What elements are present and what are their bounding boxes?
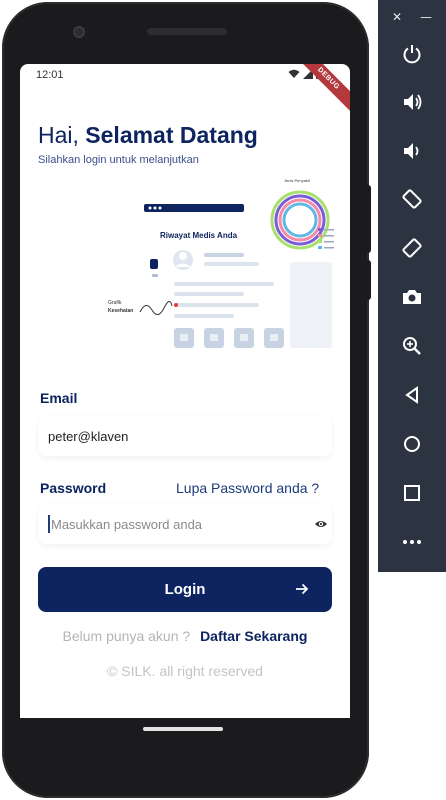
text-cursor	[48, 515, 50, 533]
login-button-label: Login	[164, 581, 206, 598]
eye-icon[interactable]	[314, 517, 328, 531]
email-label: Email	[40, 390, 78, 406]
arrow-right-icon	[296, 583, 309, 595]
earpiece-speaker	[147, 28, 227, 35]
app-screen: 12:01 DEBUG Hai, Selamat Datang Silahkan…	[20, 64, 350, 718]
password-label: Password	[40, 480, 107, 496]
volume-up-icon[interactable]	[398, 88, 426, 116]
illustration-chart-label: Jenis Penyakit	[284, 178, 311, 183]
greeting-title: Hai, Selamat Datang	[38, 122, 258, 149]
illustration-graph-label: Grafik	[108, 300, 122, 306]
volume-down-icon[interactable]	[398, 137, 426, 165]
login-button[interactable]: Login	[38, 567, 332, 612]
password-placeholder: Masukkan password anda	[51, 516, 203, 532]
footer-copyright: © SILK. all right reserved	[107, 663, 263, 679]
illustration-card-title: Riwayat Medis Anda	[160, 231, 238, 240]
close-icon[interactable]: ✕	[392, 10, 402, 24]
wifi-icon	[288, 69, 300, 78]
home-indicator[interactable]	[143, 727, 223, 731]
medical-history-illustration: Riwayat Medis Anda Grafik Kesehatan Jeni…	[108, 178, 334, 348]
status-bar: 12:01 DEBUG	[20, 64, 350, 114]
register-row: Belum punya akun ? Daftar Sekarang	[20, 628, 350, 644]
greeting-welcome: Selamat Datang	[85, 122, 258, 148]
register-link[interactable]: Daftar Sekarang	[200, 628, 307, 644]
minimize-icon[interactable]: —	[420, 10, 432, 24]
email-value: peter@klaven	[48, 428, 129, 444]
forgot-password-link[interactable]: Lupa Password anda ?	[176, 480, 319, 496]
more-icon[interactable]	[398, 528, 426, 556]
back-icon[interactable]	[398, 381, 426, 409]
rotate-right-icon[interactable]	[398, 234, 426, 262]
power-icon[interactable]	[398, 40, 426, 68]
emulator-toolbar: ✕ —	[378, 0, 446, 572]
zoom-icon[interactable]	[398, 332, 426, 360]
rotate-left-icon[interactable]	[398, 185, 426, 213]
camera-icon[interactable]	[398, 283, 426, 311]
home-icon[interactable]	[398, 430, 426, 458]
overview-icon[interactable]	[398, 479, 426, 507]
emulator-window: 12:01 DEBUG Hai, Selamat Datang Silahkan…	[0, 0, 446, 800]
side-button	[366, 260, 371, 300]
password-field[interactable]: Masukkan password anda	[38, 504, 332, 544]
illustration-graph-label-2: Kesehatan	[108, 308, 133, 314]
status-time: 12:01	[36, 69, 64, 81]
side-button	[366, 185, 371, 253]
front-camera	[73, 26, 85, 38]
greeting-subtitle: Silahkan login untuk melanjutkan	[38, 154, 199, 166]
email-field[interactable]: peter@klaven	[38, 416, 332, 456]
register-question: Belum punya akun ?	[62, 628, 191, 644]
greeting-hello: Hai,	[38, 122, 79, 148]
